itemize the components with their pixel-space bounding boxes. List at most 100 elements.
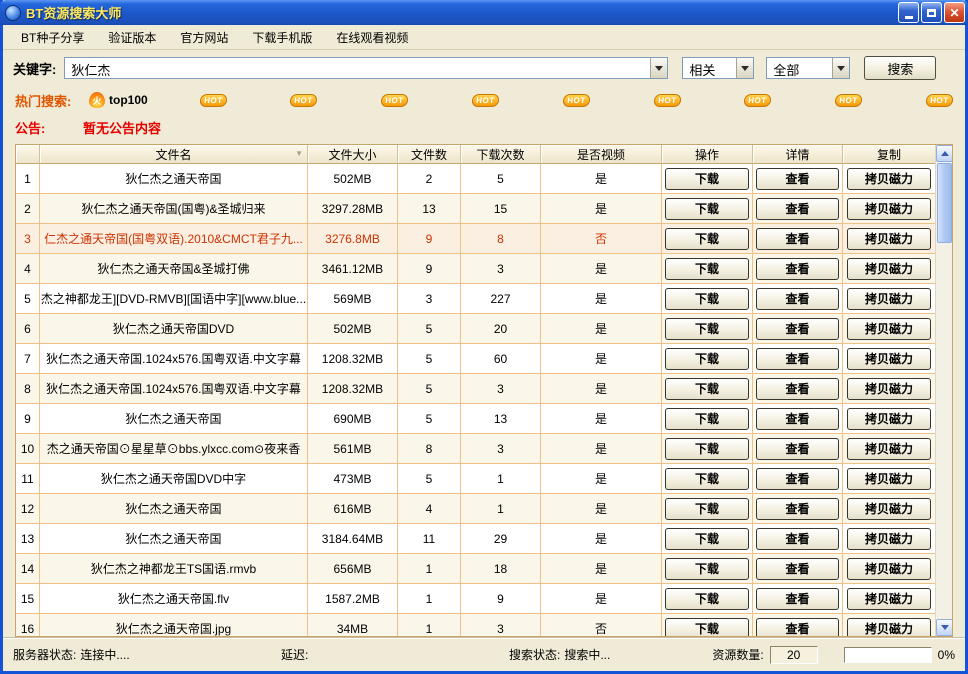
cell-filename: 杰之神都龙王][DVD-RMVB][国语中字][www.blue... [40,284,308,314]
header-isvideo[interactable]: 是否视频 [541,145,662,164]
search-button[interactable]: 搜索 [864,56,936,80]
copy-magnet-button[interactable]: 拷贝磁力 [847,588,931,610]
category-value[interactable]: 全部 [767,58,832,78]
menu-item-1[interactable]: BT种子分享 [9,26,96,49]
menu-item-4[interactable]: 下载手机版 [240,26,324,49]
copy-magnet-button[interactable]: 拷贝磁力 [847,408,931,430]
relevance-dropdown-button[interactable] [736,58,753,78]
copy-magnet-button[interactable]: 拷贝磁力 [847,558,931,580]
header-filecount[interactable]: 文件数 [398,145,461,164]
view-button[interactable]: 查看 [756,318,839,340]
view-button[interactable]: 查看 [756,618,839,637]
download-button[interactable]: 下载 [665,588,749,610]
hot-badge[interactable]: HOT [925,94,953,107]
view-button[interactable]: 查看 [756,468,839,490]
view-button[interactable]: 查看 [756,498,839,520]
keyword-combobox[interactable]: 狄仁杰 [64,57,668,79]
menu-item-5[interactable]: 在线观看视频 [324,26,420,49]
download-button[interactable]: 下载 [665,318,749,340]
copy-magnet-button[interactable]: 拷贝磁力 [847,618,931,637]
minimize-button[interactable] [898,2,919,23]
header-index[interactable] [16,145,40,164]
copy-magnet-button[interactable]: 拷贝磁力 [847,498,931,520]
category-dropdown-button[interactable] [832,58,849,78]
hot-badge[interactable]: HOT [744,94,772,107]
notice-row: 公告: 暂无公告内容 [3,114,965,140]
view-button[interactable]: 查看 [756,438,839,460]
delay-status: 延迟: [281,646,509,663]
view-button[interactable]: 查看 [756,588,839,610]
cell-detail: 查看 [753,344,843,374]
download-button[interactable]: 下载 [665,468,749,490]
download-button[interactable]: 下载 [665,228,749,250]
header-downloads[interactable]: 下载次数 [461,145,541,164]
view-button[interactable]: 查看 [756,348,839,370]
hot-badge[interactable]: HOT [381,94,409,107]
scroll-up-button[interactable] [936,145,953,162]
download-button[interactable]: 下载 [665,438,749,460]
keyword-input[interactable]: 狄仁杰 [65,58,650,78]
cell-isvideo: 是 [541,494,662,524]
view-button[interactable]: 查看 [756,378,839,400]
download-button[interactable]: 下载 [665,618,749,637]
hot-badge[interactable]: HOT [199,94,227,107]
view-button[interactable]: 查看 [756,198,839,220]
relevance-value[interactable]: 相关 [683,58,736,78]
header-filename[interactable]: 文件名 ▼ [40,145,308,164]
menu-item-2[interactable]: 验证版本 [96,26,168,49]
view-button[interactable]: 查看 [756,408,839,430]
scrollbar-thumb[interactable] [937,163,952,243]
row-number: 4 [16,254,40,284]
close-button[interactable]: ✕ [944,2,965,23]
keyword-dropdown-button[interactable] [650,58,667,78]
copy-magnet-button[interactable]: 拷贝磁力 [847,438,931,460]
category-combobox[interactable]: 全部 [766,57,850,79]
copy-magnet-button[interactable]: 拷贝磁力 [847,528,931,550]
arrow-down-icon [941,625,949,630]
header-action[interactable]: 操作 [662,145,753,164]
copy-magnet-button[interactable]: 拷贝磁力 [847,288,931,310]
hot-badge[interactable]: HOT [290,94,318,107]
copy-magnet-button[interactable]: 拷贝磁力 [847,348,931,370]
copy-magnet-button[interactable]: 拷贝磁力 [847,168,931,190]
download-button[interactable]: 下载 [665,258,749,280]
hot-badge[interactable]: HOT [653,94,681,107]
top100-link[interactable]: 火 top100 [89,92,148,108]
view-button[interactable]: 查看 [756,288,839,310]
vertical-scrollbar[interactable] [935,145,952,636]
download-button[interactable]: 下载 [665,198,749,220]
view-button[interactable]: 查看 [756,258,839,280]
scroll-down-button[interactable] [936,619,953,636]
maximize-button[interactable] [921,2,942,23]
header-copy[interactable]: 复制 [843,145,935,164]
view-button[interactable]: 查看 [756,528,839,550]
hot-badge[interactable]: HOT [562,94,590,107]
download-button[interactable]: 下载 [665,378,749,400]
cell-isvideo: 是 [541,314,662,344]
cell-downloads: 29 [461,524,541,554]
view-button[interactable]: 查看 [756,558,839,580]
cell-filesize: 3461.12MB [308,254,398,284]
copy-magnet-button[interactable]: 拷贝磁力 [847,468,931,490]
relevance-combobox[interactable]: 相关 [682,57,754,79]
download-button[interactable]: 下载 [665,168,749,190]
download-button[interactable]: 下载 [665,528,749,550]
download-button[interactable]: 下载 [665,498,749,520]
view-button[interactable]: 查看 [756,168,839,190]
download-button[interactable]: 下载 [665,288,749,310]
view-button[interactable]: 查看 [756,228,839,250]
header-filesize[interactable]: 文件大小 [308,145,398,164]
menu-item-3[interactable]: 官方网站 [168,26,240,49]
download-button[interactable]: 下载 [665,558,749,580]
download-button[interactable]: 下载 [665,408,749,430]
hot-badge[interactable]: HOT [471,94,499,107]
copy-magnet-button[interactable]: 拷贝磁力 [847,378,931,400]
hot-badge[interactable]: HOT [834,94,862,107]
header-detail[interactable]: 详情 [753,145,843,164]
copy-magnet-button[interactable]: 拷贝磁力 [847,228,931,250]
progress-bar [844,647,932,663]
copy-magnet-button[interactable]: 拷贝磁力 [847,198,931,220]
download-button[interactable]: 下载 [665,348,749,370]
copy-magnet-button[interactable]: 拷贝磁力 [847,318,931,340]
copy-magnet-button[interactable]: 拷贝磁力 [847,258,931,280]
